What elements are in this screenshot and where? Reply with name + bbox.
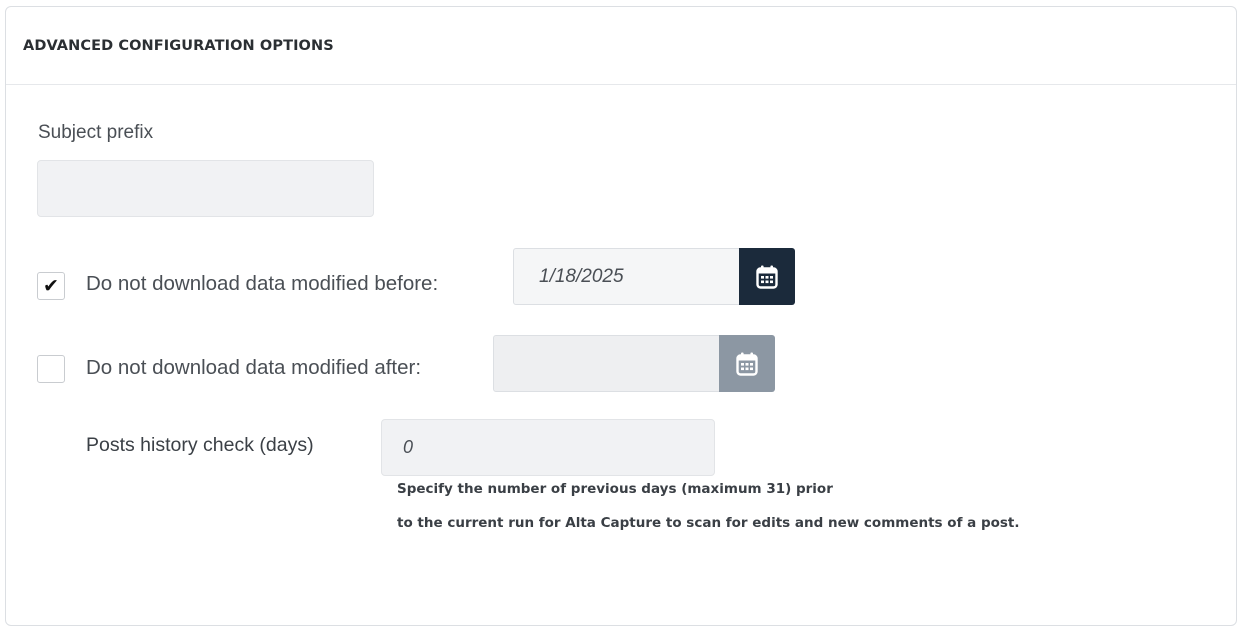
modified-after-checkbox[interactable] (37, 355, 65, 383)
modified-before-label: Do not download data modified before: (86, 272, 439, 295)
calendar-icon (756, 265, 778, 289)
modified-after-label: Do not download data modified after: (86, 356, 422, 379)
posts-history-help-line-1: Specify the number of previous days (max… (397, 481, 833, 497)
modified-before-date-input[interactable]: 1/18/2025 (513, 248, 740, 305)
modified-before-checkbox[interactable]: ✔ (37, 272, 65, 300)
panel-header: ADVANCED CONFIGURATION OPTIONS (6, 7, 1236, 85)
posts-history-label: Posts history check (days) (86, 434, 314, 456)
posts-history-input[interactable]: 0 (381, 419, 715, 476)
subject-prefix-label: Subject prefix (38, 122, 154, 143)
modified-before-calendar-button[interactable] (739, 248, 795, 305)
panel-title: ADVANCED CONFIGURATION OPTIONS (23, 37, 334, 54)
subject-prefix-input[interactable] (37, 160, 374, 217)
modified-after-date-input[interactable] (493, 335, 720, 392)
posts-history-help-line-2: to the current run for Alta Capture to s… (397, 515, 1020, 531)
checkmark-icon: ✔ (43, 275, 59, 297)
advanced-configuration-panel: ADVANCED CONFIGURATION OPTIONS (5, 6, 1237, 626)
modified-after-calendar-button[interactable] (719, 335, 775, 392)
calendar-icon (736, 352, 758, 376)
